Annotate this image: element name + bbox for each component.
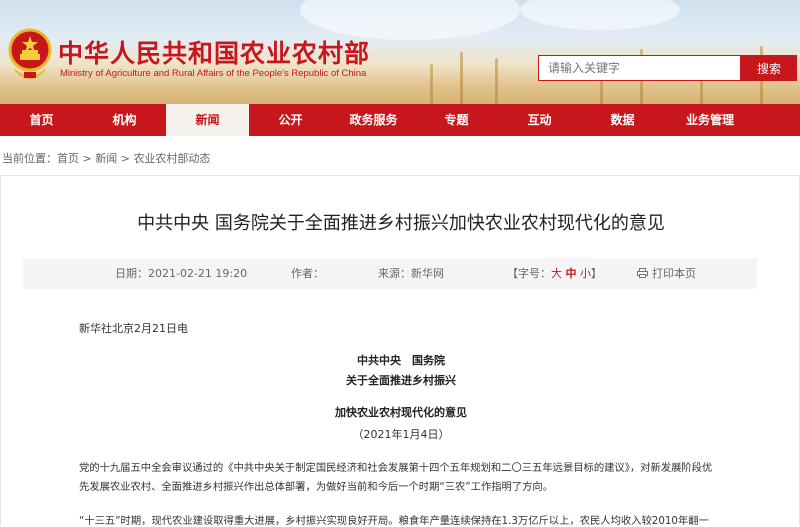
article-meta-bar: 日期：2021-02-21 19:20 作者： 来源：新华网 【字号：大 中 小…	[23, 258, 757, 289]
breadcrumb: 当前位置：首页 > 新闻 > 农业农村部动态	[2, 150, 210, 166]
paragraph-1-line-1: 党的十九届五中全会审议通过的《中共中央关于制定国民经济和社会发展第十四个五年规划…	[79, 462, 713, 474]
meta-date-label: 日期：	[115, 267, 148, 280]
printer-icon	[637, 268, 648, 278]
nav-item-news[interactable]: 新闻	[166, 104, 249, 136]
meta-source-label: 来源：	[378, 267, 411, 280]
font-size-medium-link[interactable]: 中	[566, 267, 577, 280]
meta-author-label: 作者：	[291, 267, 324, 280]
font-size-close: 】	[591, 267, 602, 280]
national-emblem-icon	[8, 28, 52, 79]
nav-item-interaction[interactable]: 互动	[498, 104, 581, 136]
meta-date: 日期：2021-02-21 19:20	[115, 258, 247, 289]
doc-title-line1: 关于全面推进乡村振兴	[346, 374, 456, 387]
nav-item-business-management[interactable]: 业务管理	[664, 104, 756, 136]
wheat-stalk	[460, 52, 463, 104]
article-title: 中共中央 国务院关于全面推进乡村振兴加快农业农村现代化的意见	[137, 213, 665, 234]
nav-item-data[interactable]: 数据	[581, 104, 664, 136]
breadcrumb-prefix: 当前位置：	[2, 152, 57, 165]
print-link[interactable]: 打印本页	[637, 258, 696, 289]
meta-date-value: 2021-02-21 19:20	[148, 267, 248, 280]
site-subtitle: Ministry of Agriculture and Rural Affair…	[60, 68, 367, 79]
site-title: 中华人民共和国农业农村部	[58, 39, 371, 68]
doc-date: （2021年1月4日）	[352, 428, 450, 441]
font-size-control: 【字号：大 中 小】	[507, 258, 602, 289]
search-input[interactable]	[538, 55, 741, 81]
font-size-small-link[interactable]: 小	[580, 267, 591, 280]
font-size-large-link[interactable]: 大	[551, 267, 562, 280]
breadcrumb-separator: >	[79, 152, 96, 165]
nav-item-gov-services[interactable]: 政务服务	[332, 104, 415, 136]
breadcrumb-link-news[interactable]: 新闻	[95, 152, 117, 165]
main-nav: 首页 机构 新闻 公开 政务服务 专题 互动 数据 业务管理	[0, 104, 800, 136]
article-container: 中共中央 国务院关于全面推进乡村振兴加快农业农村现代化的意见 日期：2021-0…	[0, 175, 800, 527]
meta-source-value: 新华网	[411, 267, 444, 280]
article-dateline: 新华社北京2月21日电	[79, 322, 188, 335]
breadcrumb-link-home[interactable]: 首页	[57, 152, 79, 165]
nav-item-home[interactable]: 首页	[0, 104, 83, 136]
doc-issuer: 中共中央 国务院	[357, 354, 445, 367]
nav-item-public[interactable]: 公开	[249, 104, 332, 136]
wheat-stalk	[430, 64, 433, 104]
wheat-stalk	[495, 58, 498, 104]
meta-source: 来源：新华网	[378, 258, 444, 289]
meta-author: 作者：	[291, 258, 324, 289]
breadcrumb-link-ministry-news[interactable]: 农业农村部动态	[133, 152, 210, 165]
font-size-label: 【字号：	[507, 267, 551, 280]
search-button[interactable]: 搜索	[741, 55, 797, 81]
paragraph-2-line-1: “十三五”时期，现代农业建设取得重大进展，乡村振兴实现良好开局。粮食年产量连续保…	[79, 515, 709, 527]
breadcrumb-separator: >	[117, 152, 134, 165]
nav-item-topics[interactable]: 专题	[415, 104, 498, 136]
nav-item-organization[interactable]: 机构	[83, 104, 166, 136]
paragraph-1-line-2: 先发展农业农村、全面推进乡村振兴作出总体部署，为做好当前和今后一个时期“三农”工…	[79, 481, 554, 493]
cloud	[520, 0, 680, 30]
print-label[interactable]: 打印本页	[652, 267, 696, 280]
site-header: 中华人民共和国农业农村部 Ministry of Agriculture and…	[0, 0, 800, 104]
doc-title-line2: 加快农业农村现代化的意见	[335, 406, 467, 419]
